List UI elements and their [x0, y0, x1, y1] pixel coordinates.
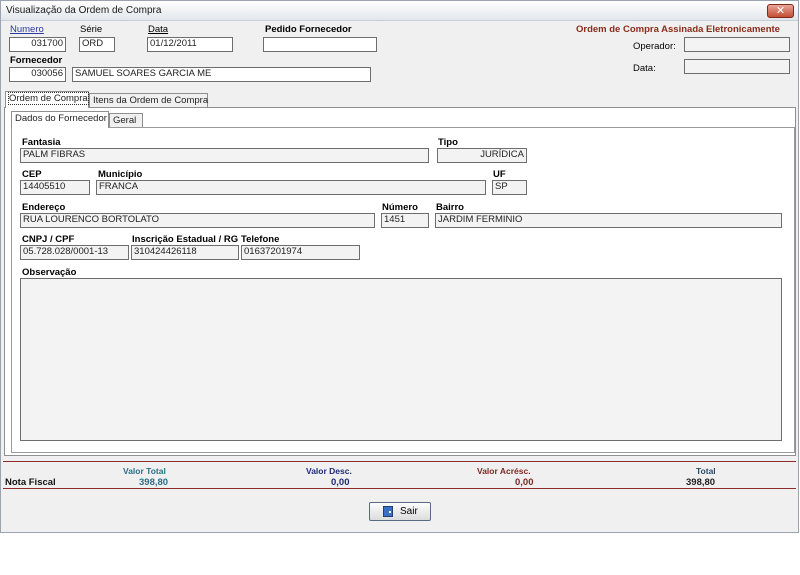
numero-endereco-field[interactable]: 1451: [381, 213, 429, 228]
tab-itens[interactable]: Itens da Ordem de Compra: [89, 93, 208, 108]
tab-ordem-de-compra[interactable]: Ordem de Compra: [5, 91, 89, 108]
telefone-field[interactable]: 01637201974: [241, 245, 360, 260]
window-title: Visualização da Ordem de Compra: [6, 5, 162, 16]
numero-field[interactable]: 031700: [9, 37, 66, 52]
operador-field[interactable]: [684, 37, 790, 52]
numero-endereco-label: Número: [382, 202, 418, 213]
signed-order-label: Ordem de Compra Assinada Eletronicamente: [576, 24, 780, 35]
inscricao-label: Inscrição Estadual / RG: [132, 234, 239, 245]
fantasia-field[interactable]: PALM FIBRAS: [20, 148, 429, 163]
data2-field[interactable]: [684, 59, 790, 74]
cnpj-label: CNPJ / CPF: [22, 234, 75, 245]
data-field[interactable]: 01/12/2011: [147, 37, 233, 52]
fornecedor-code-field[interactable]: 030056: [9, 67, 66, 82]
valor-desc-value: 0,00: [331, 477, 350, 488]
endereco-field[interactable]: RUA LOURENCO BORTOLATO: [20, 213, 375, 228]
municipio-field[interactable]: FRANCA: [96, 180, 486, 195]
tipo-label: Tipo: [438, 137, 458, 148]
numero-label[interactable]: Numero: [10, 24, 44, 35]
fornecedor-label: Fornecedor: [10, 55, 63, 66]
observacao-textarea[interactable]: [20, 278, 782, 441]
fornecedor-name-field[interactable]: SAMUEL SOARES GARCIA ME: [72, 67, 371, 82]
subtab-geral[interactable]: Geral: [109, 113, 143, 128]
observacao-label: Observação: [22, 267, 77, 278]
cep-field[interactable]: 14405510: [20, 180, 90, 195]
pedido-fornecedor-label: Pedido Fornecedor: [265, 24, 352, 35]
cnpj-field[interactable]: 05.728.028/0001-13: [20, 245, 129, 260]
fantasia-label: Fantasia: [22, 137, 61, 148]
telefone-label: Telefone: [241, 234, 280, 245]
nota-fiscal-label: Nota Fiscal: [5, 477, 56, 488]
serie-label: Série: [80, 24, 103, 35]
uf-label: UF: [493, 169, 506, 180]
tipo-field[interactable]: JURÍDICA: [437, 148, 527, 163]
subtab-geral-label: Geral: [113, 115, 137, 126]
subtab-dados-label: Dados do Fornecedor: [15, 113, 107, 124]
close-icon: ✕: [775, 5, 786, 17]
subtab-dados-fornecedor[interactable]: Dados do Fornecedor: [11, 111, 109, 128]
operador-label: Operador:: [633, 41, 676, 52]
sair-label: Sair: [400, 506, 418, 517]
valor-desc-label: Valor Desc.: [306, 466, 352, 476]
valor-total-label: Valor Total: [123, 466, 166, 476]
cep-label: CEP: [22, 169, 42, 180]
close-button[interactable]: ✕: [767, 4, 794, 18]
tab-itens-label: Itens da Ordem de Compra: [93, 95, 209, 106]
title-bar: Visualização da Ordem de Compra ✕: [1, 1, 798, 21]
bairro-label: Bairro: [436, 202, 464, 213]
total-value: 398,80: [686, 477, 716, 488]
valor-acresc-label: Valor Acrésc.: [477, 466, 531, 476]
order-view-window: Visualização da Ordem de Compra ✕ Numero…: [0, 0, 799, 533]
municipio-label: Município: [98, 169, 143, 180]
exit-door-icon: [383, 506, 393, 517]
valor-acresc-value: 0,00: [515, 477, 534, 488]
data2-label: Data:: [633, 63, 656, 74]
tab-ordem-label: Ordem de Compra: [8, 92, 89, 105]
uf-field[interactable]: SP: [492, 180, 527, 195]
inscricao-field[interactable]: 310424426118: [131, 245, 239, 260]
totals-divider: [3, 461, 796, 462]
footer-divider: [3, 488, 796, 489]
bairro-field[interactable]: JARDIM FERMINIO: [435, 213, 782, 228]
endereco-label: Endereço: [22, 202, 66, 213]
sair-button[interactable]: Sair: [369, 502, 431, 521]
serie-field[interactable]: ORD: [79, 37, 115, 52]
data-label: Data: [148, 24, 169, 35]
pedido-fornecedor-field[interactable]: [263, 37, 377, 52]
total-label: Total: [696, 466, 716, 476]
valor-total-value: 398,80: [139, 477, 169, 488]
